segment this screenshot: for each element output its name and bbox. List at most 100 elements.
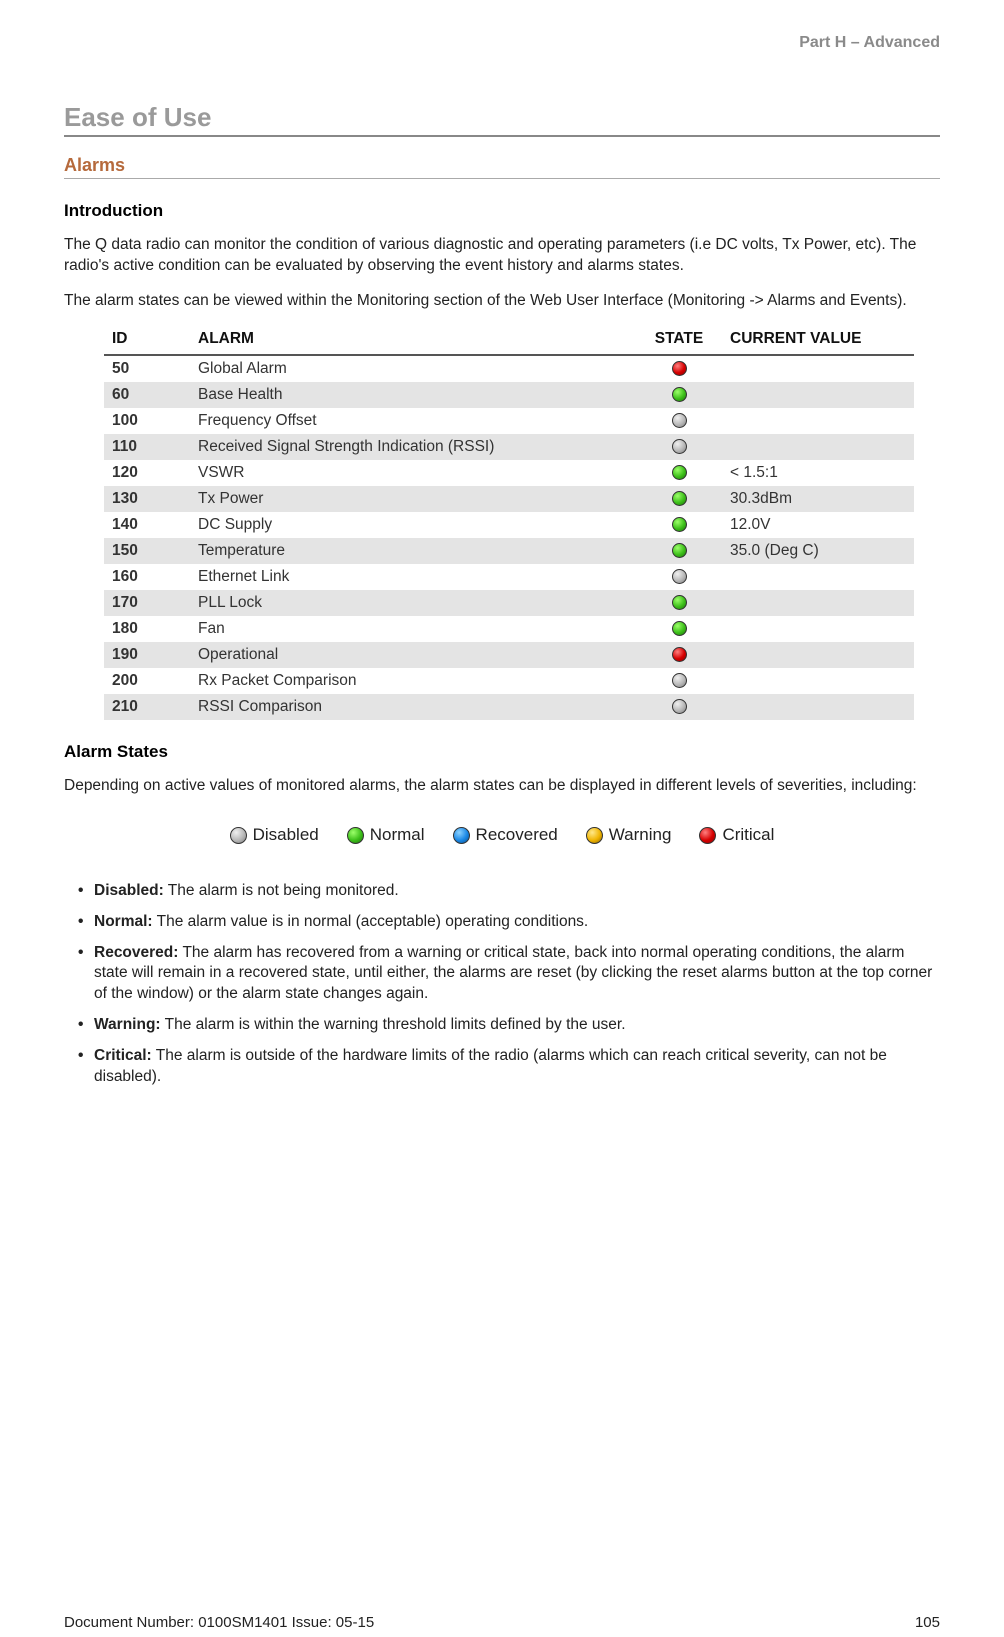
legend-label: Normal bbox=[370, 825, 425, 844]
legend-dot-icon bbox=[586, 827, 603, 844]
cell-id: 180 bbox=[104, 616, 190, 642]
alarm-states-paragraph: Depending on active values of monitored … bbox=[64, 776, 940, 797]
cell-state bbox=[636, 434, 722, 460]
cell-state bbox=[636, 590, 722, 616]
legend-dot-icon bbox=[699, 827, 716, 844]
legend-item: Critical bbox=[699, 825, 774, 845]
states-legend: Disabled Normal Recovered Warning Critical bbox=[64, 825, 940, 845]
table-row: 60Base Health bbox=[104, 382, 914, 408]
cell-state bbox=[636, 668, 722, 694]
state-dot-icon bbox=[672, 647, 687, 662]
table-row: 120VSWR< 1.5:1 bbox=[104, 460, 914, 486]
alarms-table-header-row: ID ALARM STATE CURRENT VALUE bbox=[104, 326, 914, 355]
state-name: Recovered: bbox=[94, 944, 178, 961]
list-item: Normal: The alarm value is in normal (ac… bbox=[78, 912, 940, 933]
cell-alarm: Base Health bbox=[190, 382, 636, 408]
state-dot-icon bbox=[672, 387, 687, 402]
state-name: Normal: bbox=[94, 913, 153, 930]
cell-id: 50 bbox=[104, 355, 190, 382]
cell-value bbox=[722, 382, 914, 408]
legend-label: Recovered bbox=[476, 825, 558, 844]
state-dot-icon bbox=[672, 517, 687, 532]
table-row: 100Frequency Offset bbox=[104, 408, 914, 434]
state-dot-icon bbox=[672, 595, 687, 610]
state-dot-icon bbox=[672, 465, 687, 480]
page-title: Ease of Use bbox=[64, 102, 940, 137]
cell-alarm: Tx Power bbox=[190, 486, 636, 512]
state-name: Warning: bbox=[94, 1016, 161, 1033]
cell-state bbox=[636, 355, 722, 382]
cell-id: 170 bbox=[104, 590, 190, 616]
cell-id: 140 bbox=[104, 512, 190, 538]
cell-id: 120 bbox=[104, 460, 190, 486]
table-row: 210RSSI Comparison bbox=[104, 694, 914, 720]
state-desc: The alarm is within the warning threshol… bbox=[161, 1016, 626, 1033]
cell-alarm: VSWR bbox=[190, 460, 636, 486]
alarms-table-wrap: ID ALARM STATE CURRENT VALUE 50Global Al… bbox=[104, 326, 914, 720]
cell-id: 190 bbox=[104, 642, 190, 668]
legend-label: Warning bbox=[609, 825, 672, 844]
state-dot-icon bbox=[672, 361, 687, 376]
legend-dot-icon bbox=[230, 827, 247, 844]
state-dot-icon bbox=[672, 621, 687, 636]
cell-id: 130 bbox=[104, 486, 190, 512]
table-row: 110Received Signal Strength Indication (… bbox=[104, 434, 914, 460]
state-dot-icon bbox=[672, 491, 687, 506]
intro-paragraph-2: The alarm states can be viewed within th… bbox=[64, 291, 940, 312]
cell-state bbox=[636, 642, 722, 668]
cell-value: 30.3dBm bbox=[722, 486, 914, 512]
cell-value bbox=[722, 408, 914, 434]
cell-id: 210 bbox=[104, 694, 190, 720]
state-definitions-list: Disabled: The alarm is not being monitor… bbox=[78, 881, 940, 1088]
cell-alarm: Rx Packet Comparison bbox=[190, 668, 636, 694]
legend-item: Normal bbox=[347, 825, 425, 845]
col-value: CURRENT VALUE bbox=[722, 326, 914, 355]
table-row: 180Fan bbox=[104, 616, 914, 642]
table-row: 50Global Alarm bbox=[104, 355, 914, 382]
cell-state bbox=[636, 538, 722, 564]
cell-id: 160 bbox=[104, 564, 190, 590]
cell-value bbox=[722, 590, 914, 616]
table-row: 170PLL Lock bbox=[104, 590, 914, 616]
cell-state bbox=[636, 694, 722, 720]
cell-alarm: Global Alarm bbox=[190, 355, 636, 382]
table-row: 130Tx Power 30.3dBm bbox=[104, 486, 914, 512]
heading-introduction: Introduction bbox=[64, 201, 940, 221]
footer-page-number: 105 bbox=[915, 1614, 940, 1631]
cell-alarm: Ethernet Link bbox=[190, 564, 636, 590]
col-state: STATE bbox=[636, 326, 722, 355]
table-row: 150Temperature35.0 (Deg C) bbox=[104, 538, 914, 564]
cell-state bbox=[636, 382, 722, 408]
page-footer: Document Number: 0100SM1401 Issue: 05-15… bbox=[64, 1614, 940, 1631]
cell-alarm: Received Signal Strength Indication (RSS… bbox=[190, 434, 636, 460]
cell-alarm: Fan bbox=[190, 616, 636, 642]
part-header: Part H – Advanced bbox=[799, 34, 940, 52]
cell-alarm: Operational bbox=[190, 642, 636, 668]
cell-value bbox=[722, 694, 914, 720]
table-row: 190Operational bbox=[104, 642, 914, 668]
state-desc: The alarm value is in normal (acceptable… bbox=[153, 913, 589, 930]
cell-alarm: PLL Lock bbox=[190, 590, 636, 616]
cell-alarm: Temperature bbox=[190, 538, 636, 564]
cell-id: 150 bbox=[104, 538, 190, 564]
list-item: Warning: The alarm is within the warning… bbox=[78, 1015, 940, 1036]
cell-value bbox=[722, 642, 914, 668]
cell-alarm: DC Supply bbox=[190, 512, 636, 538]
cell-id: 60 bbox=[104, 382, 190, 408]
cell-alarm: RSSI Comparison bbox=[190, 694, 636, 720]
cell-id: 110 bbox=[104, 434, 190, 460]
state-name: Critical: bbox=[94, 1047, 152, 1064]
list-item: Disabled: The alarm is not being monitor… bbox=[78, 881, 940, 902]
cell-value bbox=[722, 668, 914, 694]
alarms-table: ID ALARM STATE CURRENT VALUE 50Global Al… bbox=[104, 326, 914, 720]
cell-state bbox=[636, 486, 722, 512]
list-item: Critical: The alarm is outside of the ha… bbox=[78, 1046, 940, 1088]
legend-item: Disabled bbox=[230, 825, 319, 845]
legend-dot-icon bbox=[347, 827, 364, 844]
cell-value: 12.0V bbox=[722, 512, 914, 538]
intro-paragraph-1: The Q data radio can monitor the conditi… bbox=[64, 235, 940, 277]
cell-value bbox=[722, 564, 914, 590]
list-item: Recovered: The alarm has recovered from … bbox=[78, 943, 940, 1006]
state-dot-icon bbox=[672, 413, 687, 428]
table-row: 160Ethernet Link bbox=[104, 564, 914, 590]
